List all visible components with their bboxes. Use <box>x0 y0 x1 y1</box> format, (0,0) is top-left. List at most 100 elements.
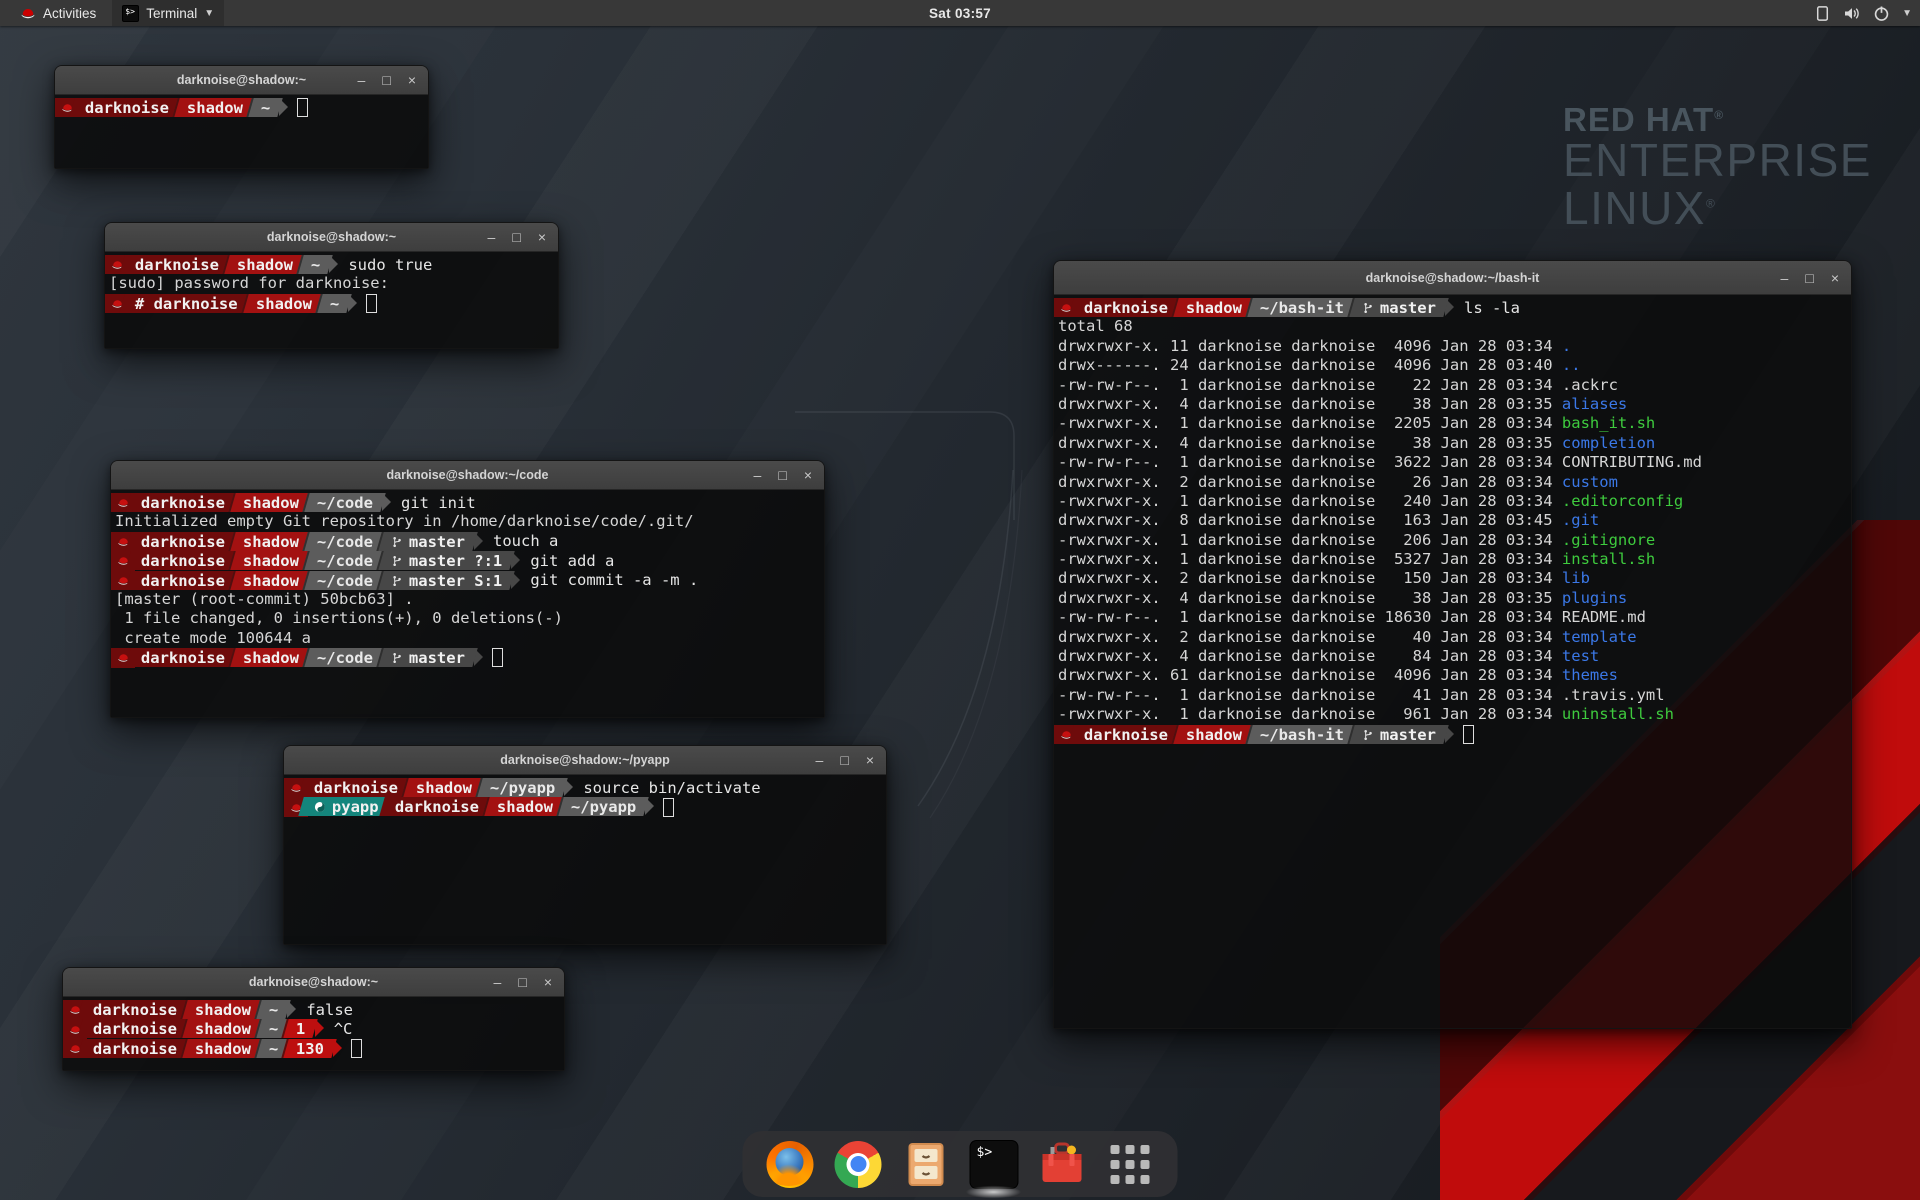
segment-label: 1 <box>296 1020 305 1038</box>
prompt-segment-text: shadow <box>256 294 312 312</box>
terminal-content[interactable]: darknoiseshadow~/bash-itmasterls -latota… <box>1054 295 1851 1028</box>
command-text: git add a <box>530 552 614 570</box>
terminal-window-code[interactable]: darknoise@shadow:~/code – □ × darknoise s… <box>110 460 825 718</box>
close-button[interactable]: × <box>538 230 546 244</box>
maximize-button[interactable]: □ <box>1805 271 1813 285</box>
prompt-segment-text: ~/code <box>317 649 373 667</box>
terminal-output-line: Initialized empty Git repository in /hom… <box>111 512 824 531</box>
terminal-content[interactable]: darknoiseshadow~/pyappsource bin/activat… <box>284 775 886 944</box>
git-branch-icon <box>391 534 403 548</box>
prompt-line: pyappdarknoiseshadow~/pyapp <box>284 797 886 816</box>
maximize-button[interactable]: □ <box>518 975 526 989</box>
prompt-segment-text: ~/code <box>317 571 373 589</box>
segment-label: darknoise <box>1084 299 1168 317</box>
prompt-segment-text: shadow <box>1186 299 1242 317</box>
terminal-window-home-2[interactable]: darknoise@shadow:~ – □ × darknoiseshadow… <box>62 967 565 1071</box>
volume-icon[interactable] <box>1843 5 1861 22</box>
prompt-segment-text: shadow <box>195 1001 251 1019</box>
terminal-content[interactable]: darknoiseshadow~falsedarknoiseshadow~1^C… <box>63 997 564 1070</box>
prompt-segment-user: darknoise <box>77 1019 190 1038</box>
segment-label: ~/code <box>317 571 373 589</box>
file-name: template <box>1562 628 1637 646</box>
window-titlebar[interactable]: darknoise@shadow:~/bash-it – □ × <box>1054 261 1851 295</box>
window-titlebar[interactable]: darknoise@shadow:~ – □ × <box>105 223 558 252</box>
terminal-content[interactable]: darknoiseshadow~ <box>55 95 428 168</box>
prompt-segment-git: master <box>1347 725 1449 744</box>
minimize-button[interactable]: – <box>816 753 824 767</box>
terminal-cursor <box>663 798 674 817</box>
terminal-window-bash-it[interactable]: darknoise@shadow:~/bash-it – □ × darknoi… <box>1053 260 1852 1029</box>
prompt-segment-host: shadow <box>180 1019 264 1038</box>
chrome-icon[interactable] <box>835 1141 882 1188</box>
terminal-content[interactable]: darknoiseshadow~/codegit initInitialized… <box>111 490 824 717</box>
prompt-segment-path: ~ <box>254 1000 291 1019</box>
activities-button[interactable]: Activities <box>10 0 106 26</box>
maximize-button[interactable]: □ <box>840 753 848 767</box>
prompt-segment-git: master <box>1347 298 1449 317</box>
maximize-button[interactable]: □ <box>382 73 390 87</box>
firefox-icon[interactable] <box>767 1141 814 1188</box>
close-button[interactable]: × <box>544 975 552 989</box>
ls-row: -rwxrwxr-x. 1 darknoise darknoise 2205 J… <box>1054 414 1851 433</box>
prompt-segment-text: darknoise <box>1084 725 1168 743</box>
prompt-segment-host: shadow <box>172 98 256 117</box>
segment-label: 130 <box>296 1039 324 1057</box>
files-icon[interactable] <box>903 1141 950 1188</box>
display-icon[interactable] <box>1814 5 1831 22</box>
ls-row: -rw-rw-r--. 1 darknoise darknoise 18630 … <box>1054 608 1851 627</box>
file-name: test <box>1562 647 1599 665</box>
window-titlebar[interactable]: darknoise@shadow:~ – □ × <box>55 66 428 95</box>
prompt-segment-text: master <box>391 649 465 667</box>
prompt-segment-text: shadow <box>243 571 299 589</box>
segment-label: darknoise <box>1084 725 1168 743</box>
prompt-segment-exit: 130 <box>282 1039 338 1058</box>
terminal-output-line: [sudo] password for darknoise: <box>105 274 558 293</box>
ls-row: -rw-rw-r--. 1 darknoise darknoise 22 Jan… <box>1054 376 1851 395</box>
file-meta: -rw-rw-r--. 1 darknoise darknoise 22 Jan… <box>1058 376 1562 394</box>
prompt-segment-text: # darknoise <box>135 294 238 312</box>
close-button[interactable]: × <box>866 753 874 767</box>
prompt-segment-text: darknoise <box>141 649 225 667</box>
window-titlebar[interactable]: darknoise@shadow:~ – □ × <box>63 968 564 997</box>
prompt-segment-text: master ?:1 <box>391 552 502 570</box>
close-button[interactable]: × <box>408 73 416 87</box>
prompt-segment-text: ~/code <box>317 494 373 512</box>
toolbox-icon[interactable] <box>1039 1141 1086 1188</box>
prompt-segment-user: darknoise <box>125 648 238 667</box>
close-button[interactable]: × <box>1831 271 1839 285</box>
app-menu-terminal[interactable]: $> Terminal ▼ <box>112 0 224 26</box>
segment-label: master <box>1380 299 1436 317</box>
terminal-app-icon: $> <box>122 5 139 22</box>
terminal-content[interactable]: darknoiseshadow~sudo true[sudo] password… <box>105 252 558 348</box>
file-name: install.sh <box>1562 550 1655 568</box>
prompt-segment-path: ~/bash-it <box>1245 298 1357 317</box>
terminal-window-home-1[interactable]: darknoise@shadow:~ – □ × darknoiseshadow… <box>54 65 429 169</box>
prompt-line: darknoiseshadow~1^C <box>63 1019 564 1038</box>
maximize-button[interactable]: □ <box>778 468 786 482</box>
file-name: CONTRIBUTING.md <box>1562 453 1702 471</box>
power-icon[interactable] <box>1873 5 1890 22</box>
file-meta: drwxrwxr-x. 2 darknoise darknoise 150 Ja… <box>1058 569 1562 587</box>
window-titlebar[interactable]: darknoise@shadow:~/code – □ × <box>111 461 824 490</box>
maximize-button[interactable]: □ <box>512 230 520 244</box>
command-text: git commit -a -m . <box>530 571 698 589</box>
chevron-down-icon[interactable]: ▼ <box>1902 8 1912 19</box>
minimize-button[interactable]: – <box>358 73 366 87</box>
minimize-button[interactable]: – <box>1781 271 1789 285</box>
command-text: false <box>306 1001 353 1019</box>
git-branch-icon <box>1362 301 1374 315</box>
app-grid-icon[interactable] <box>1107 1141 1154 1188</box>
git-branch-icon <box>391 651 403 665</box>
terminal-window-pyapp[interactable]: darknoise@shadow:~/pyapp – □ × darknoise… <box>283 745 887 945</box>
minimize-button[interactable]: – <box>494 975 502 989</box>
terminal-window-sudo[interactable]: darknoise@shadow:~ – □ × darknoiseshadow… <box>104 222 559 349</box>
terminal-icon[interactable]: $> <box>971 1141 1018 1188</box>
window-titlebar[interactable]: darknoise@shadow:~/pyapp – □ × <box>284 746 886 775</box>
close-button[interactable]: × <box>804 468 812 482</box>
git-branch-icon <box>391 554 403 568</box>
minimize-button[interactable]: – <box>754 468 762 482</box>
ls-row: -rw-rw-r--. 1 darknoise darknoise 41 Jan… <box>1054 686 1851 705</box>
ls-row: drwxrwxr-x. 4 darknoise darknoise 38 Jan… <box>1054 395 1851 414</box>
minimize-button[interactable]: – <box>488 230 496 244</box>
clock[interactable]: Sat 03:57 <box>929 6 991 21</box>
